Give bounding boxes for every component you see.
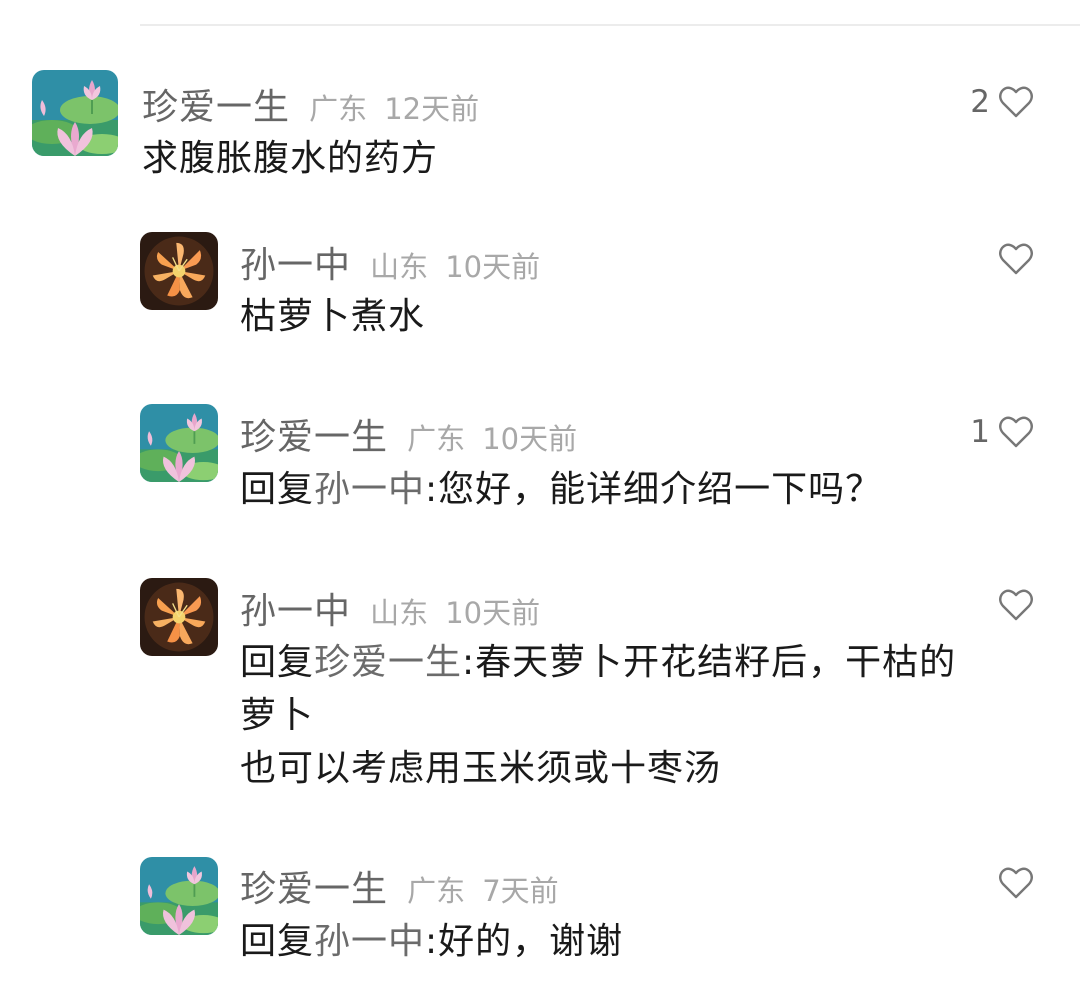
heart-icon — [998, 588, 1034, 622]
comment-body: 求腹胀腹水的药方 — [142, 138, 439, 179]
comment-text[interactable]: 回复孙一中:好的，谢谢 — [240, 915, 623, 968]
comment-text[interactable]: 求腹胀腹水的药方 — [142, 132, 438, 185]
location: 山东 — [370, 250, 429, 284]
like-button[interactable] — [990, 866, 1034, 900]
comment-text[interactable]: 回复孙一中:您好，能详细介绍一下吗？ — [240, 463, 882, 516]
like-count: 2 — [970, 84, 990, 120]
location: 广东 — [407, 422, 466, 456]
username[interactable]: 珍爱一生 — [240, 417, 388, 458]
lotus-avatar-icon[interactable] — [32, 70, 118, 156]
comment-body: 枯萝卜煮水 — [240, 296, 426, 337]
location: 广东 — [407, 874, 466, 908]
comment-body-line: 也可以考虑用玉米须或十枣汤 — [240, 748, 722, 789]
comment-body: :好的，谢谢 — [425, 921, 624, 962]
comment-meta: 珍爱一生 广东 7天前 — [240, 860, 559, 912]
heart-icon — [998, 85, 1034, 119]
username[interactable]: 珍爱一生 — [240, 869, 388, 910]
comment-text[interactable]: 回复珍爱一生:春天萝卜开花结籽后，干枯的 萝卜 也可以考虑用玉米须或十枣汤 — [240, 636, 1040, 795]
flower-avatar-icon[interactable] — [140, 232, 218, 310]
like-count: 1 — [970, 414, 990, 450]
top-divider — [140, 24, 1080, 26]
like-button[interactable]: 2 — [970, 84, 1034, 120]
comment-meta: 孙一中 山东 10天前 — [240, 236, 540, 288]
comment-body: :春天萝卜开花结籽后，干枯的 — [462, 642, 957, 683]
lotus-avatar-icon[interactable] — [140, 404, 218, 482]
comment-text[interactable]: 枯萝卜煮水 — [240, 290, 425, 343]
location: 广东 — [309, 92, 368, 126]
timestamp: 7天前 — [482, 874, 559, 908]
like-button[interactable] — [990, 242, 1034, 276]
reply-prefix: 回复 — [240, 921, 315, 962]
mention-link[interactable]: 珍爱一生 — [314, 642, 462, 683]
comment-body: :您好，能详细介绍一下吗？ — [425, 469, 883, 510]
username[interactable]: 孙一中 — [240, 245, 351, 286]
comment-meta: 珍爱一生 广东 12天前 — [142, 78, 479, 130]
username[interactable]: 孙一中 — [240, 591, 351, 632]
timestamp: 10天前 — [445, 596, 541, 630]
comment-body-line: 萝卜 — [240, 695, 315, 736]
timestamp: 10天前 — [482, 422, 578, 456]
comment-meta: 孙一中 山东 10天前 — [240, 582, 540, 634]
username[interactable]: 珍爱一生 — [142, 87, 290, 128]
heart-icon — [998, 866, 1034, 900]
lotus-avatar-icon[interactable] — [140, 857, 218, 935]
comment-meta: 珍爱一生 广东 10天前 — [240, 408, 577, 460]
mention-link[interactable]: 孙一中 — [314, 469, 425, 510]
location: 山东 — [370, 596, 429, 630]
like-button[interactable]: 1 — [970, 414, 1034, 450]
timestamp: 12天前 — [384, 92, 480, 126]
reply-prefix: 回复 — [240, 642, 315, 683]
timestamp: 10天前 — [445, 250, 541, 284]
mention-link[interactable]: 孙一中 — [314, 921, 425, 962]
heart-icon — [998, 242, 1034, 276]
like-button[interactable] — [990, 588, 1034, 622]
heart-icon — [998, 415, 1034, 449]
reply-prefix: 回复 — [240, 469, 315, 510]
flower-avatar-icon[interactable] — [140, 578, 218, 656]
